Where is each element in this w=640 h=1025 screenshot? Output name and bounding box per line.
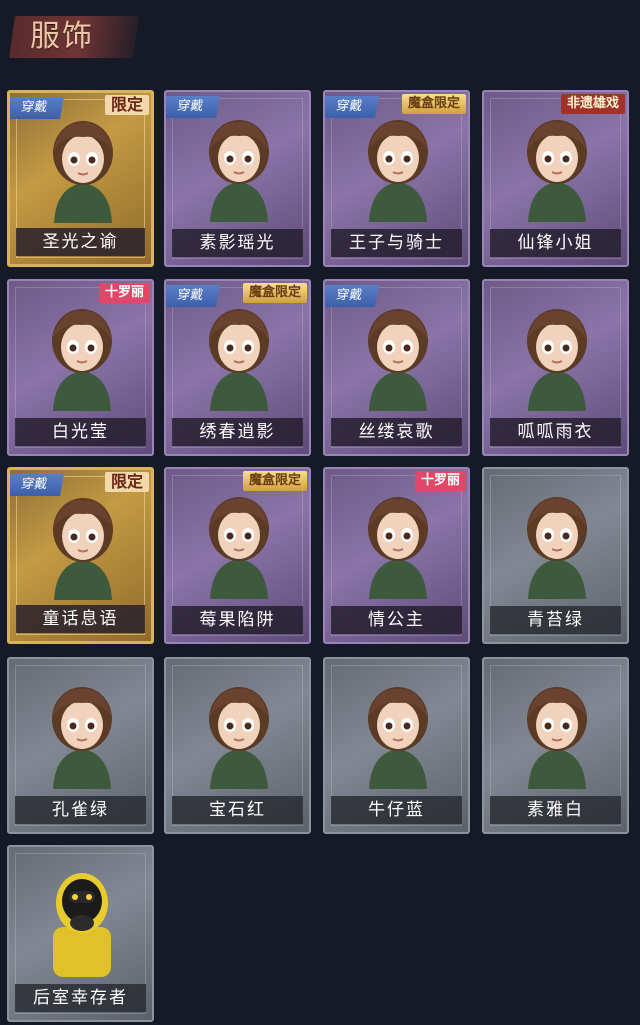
worn-ribbon: 穿戴: [166, 96, 220, 118]
costume-card[interactable]: 非遗雄戏仙锋小姐: [482, 90, 629, 267]
costume-grid: 穿戴 限定 圣光之谕 穿戴 素影瑶光 穿戴 魔盒限定 王子与骑士 非遗雄戏 仙锋小姐 十罗丽 白光莹穿…: [0, 0, 640, 1025]
costume-card[interactable]: 孔雀绿: [7, 657, 154, 834]
character-portrait-icon: [510, 299, 604, 411]
character-portrait-icon: [510, 110, 604, 222]
costume-card[interactable]: 穿戴 魔盒限定绣春逍影: [164, 279, 311, 456]
costume-card[interactable]: 十罗丽情公主: [323, 467, 470, 644]
costume-badge: 十罗丽: [414, 471, 466, 491]
character-portrait-icon: [351, 677, 445, 789]
costume-card[interactable]: 穿戴素影瑶光: [164, 90, 311, 267]
costume-card[interactable]: 穿戴 限定童话息语: [7, 467, 154, 644]
character-portrait-icon: [35, 299, 129, 411]
character-portrait-icon: [351, 299, 445, 411]
costume-badge: 十罗丽: [98, 283, 150, 303]
costume-name: 绣春逍影: [172, 418, 303, 446]
character-portrait-icon: [35, 677, 129, 789]
costume-badge: 限定: [104, 95, 149, 115]
character-portrait-icon: [192, 677, 286, 789]
costume-badge: 限定: [104, 472, 149, 492]
costume-name: 仙锋小姐: [490, 229, 621, 257]
costume-card[interactable]: 魔盒限定莓果陷阱: [164, 467, 311, 644]
worn-ribbon: 穿戴: [10, 474, 64, 496]
costume-name: 后室幸存者: [15, 984, 146, 1012]
costume-name: 青苔绿: [490, 606, 621, 634]
character-portrait-icon: [192, 110, 286, 222]
worn-ribbon: 穿戴: [166, 285, 220, 307]
costume-badge: 魔盒限定: [401, 94, 466, 114]
character-portrait-icon: [192, 299, 286, 411]
hazmat-character-portrait-icon: [35, 865, 129, 977]
character-portrait-icon: [192, 487, 286, 599]
worn-ribbon: 穿戴: [10, 97, 64, 119]
costume-name: 素雅白: [490, 796, 621, 824]
worn-ribbon: 穿戴: [325, 96, 379, 118]
worn-ribbon: 穿戴: [325, 285, 379, 307]
costume-name: 情公主: [331, 606, 462, 634]
costume-card[interactable]: 牛仔蓝: [323, 657, 470, 834]
character-portrait-icon: [36, 111, 130, 223]
character-portrait-icon: [510, 487, 604, 599]
costume-name: 圣光之谕: [16, 228, 145, 256]
costume-card[interactable]: 十罗丽白光莹: [7, 279, 154, 456]
costume-name: 素影瑶光: [172, 229, 303, 257]
costume-name: 白光莹: [15, 418, 146, 446]
character-portrait-icon: [351, 487, 445, 599]
costume-card[interactable]: 青苔绿: [482, 467, 629, 644]
costume-name: 童话息语: [16, 605, 145, 633]
costume-card[interactable]: 素雅白: [482, 657, 629, 834]
costume-badge: 魔盒限定: [242, 283, 307, 303]
costume-name: 王子与骑士: [331, 229, 462, 257]
costume-card[interactable]: 穿戴丝缕哀歌: [323, 279, 470, 456]
costume-card[interactable]: 宝石红: [164, 657, 311, 834]
costume-name: 牛仔蓝: [331, 796, 462, 824]
character-portrait-icon: [510, 677, 604, 789]
costume-badge: 非遗雄戏: [560, 94, 625, 114]
costume-card[interactable]: 呱呱雨衣: [482, 279, 629, 456]
character-portrait-icon: [36, 488, 130, 600]
costume-name: 孔雀绿: [15, 796, 146, 824]
costume-name: 丝缕哀歌: [331, 418, 462, 446]
costume-card[interactable]: 穿戴 魔盒限定王子与骑士: [323, 90, 470, 267]
costume-name: 莓果陷阱: [172, 606, 303, 634]
costume-badge: 魔盒限定: [242, 471, 307, 491]
costume-name: 宝石红: [172, 796, 303, 824]
costume-card[interactable]: 后室幸存者: [7, 845, 154, 1022]
character-portrait-icon: [351, 110, 445, 222]
costume-name: 呱呱雨衣: [490, 418, 621, 446]
costume-card[interactable]: 穿戴 限定圣光之谕: [7, 90, 154, 267]
